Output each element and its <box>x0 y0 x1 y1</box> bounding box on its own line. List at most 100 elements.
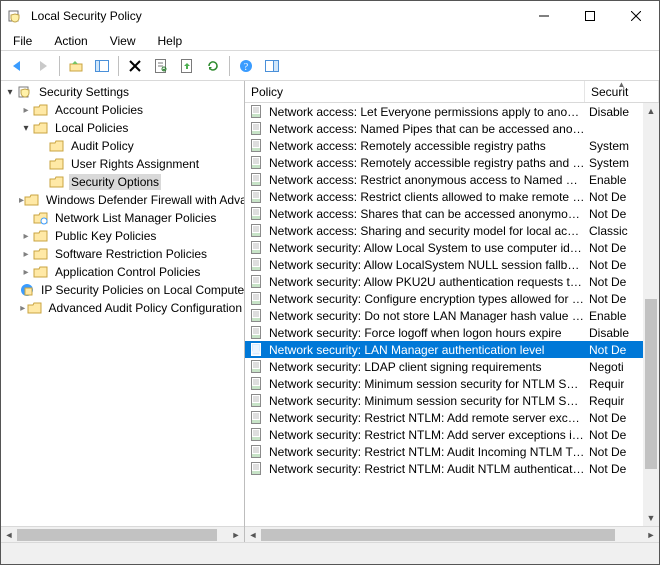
expand-icon[interactable] <box>3 87 17 98</box>
scroll-up-icon[interactable]: ▲ <box>643 103 659 119</box>
scroll-right-icon[interactable]: ► <box>643 527 659 543</box>
list-vertical-scrollbar[interactable]: ▲ ▼ <box>643 103 659 526</box>
list-rows[interactable]: Network access: Let Everyone permissions… <box>245 103 643 477</box>
minimize-button[interactable] <box>521 2 567 30</box>
policy-icon <box>249 393 265 409</box>
tree-label: Software Restriction Policies <box>53 246 209 262</box>
scroll-left-icon[interactable]: ◄ <box>1 527 17 543</box>
scroll-thumb[interactable] <box>645 299 657 469</box>
policy-row[interactable]: Network security: Force logoff when logo… <box>245 324 643 341</box>
up-button[interactable] <box>64 54 88 78</box>
policy-name: Network access: Remotely accessible regi… <box>269 139 589 153</box>
folder-icon <box>33 120 49 136</box>
policy-row[interactable]: Network security: Restrict NTLM: Add rem… <box>245 409 643 426</box>
list-header: Policy ▲Securit <box>245 81 659 103</box>
help-button[interactable]: ? <box>234 54 258 78</box>
tree-item[interactable]: Windows Defender Firewall with Adva <box>3 191 244 209</box>
policy-name: Network security: Minimum session securi… <box>269 394 589 408</box>
folder-icon <box>49 156 65 172</box>
policy-row[interactable]: Network access: Sharing and security mod… <box>245 222 643 239</box>
refresh-button[interactable] <box>201 54 225 78</box>
tree-item[interactable]: Security Options <box>3 173 244 191</box>
export-list-button[interactable] <box>175 54 199 78</box>
policy-icon <box>249 155 265 171</box>
scroll-down-icon[interactable]: ▼ <box>643 510 659 526</box>
tree-horizontal-scrollbar[interactable]: ◄ ► <box>1 526 244 542</box>
policy-row[interactable]: Network security: Restrict NTLM: Audit I… <box>245 443 643 460</box>
column-header-policy[interactable]: Policy <box>245 81 585 102</box>
policy-name: Network security: Force logoff when logo… <box>269 326 589 340</box>
svg-text:?: ? <box>244 62 249 73</box>
menu-help[interactable]: Help <box>154 33 187 49</box>
policy-icon <box>249 206 265 222</box>
policy-row[interactable]: Network access: Named Pipes that can be … <box>245 120 643 137</box>
policy-row[interactable]: Network security: Restrict NTLM: Audit N… <box>245 460 643 477</box>
policy-row[interactable]: Network security: Do not store LAN Manag… <box>245 307 643 324</box>
policy-setting: Requir <box>589 377 624 391</box>
policy-row[interactable]: Network access: Shares that can be acces… <box>245 205 643 222</box>
policy-name: Network security: Minimum session securi… <box>269 377 589 391</box>
policy-row[interactable]: Network access: Remotely accessible regi… <box>245 154 643 171</box>
tree-item[interactable]: Advanced Audit Policy Configuration <box>3 299 244 317</box>
policy-row[interactable]: Network access: Restrict clients allowed… <box>245 188 643 205</box>
scroll-left-icon[interactable]: ◄ <box>245 527 261 543</box>
details-pane-button[interactable] <box>260 54 284 78</box>
policy-setting: System <box>589 156 629 170</box>
menu-view[interactable]: View <box>106 33 140 49</box>
tree-item[interactable]: Public Key Policies <box>3 227 244 245</box>
scroll-thumb[interactable] <box>261 529 615 541</box>
tree-item[interactable]: Application Control Policies <box>3 263 244 281</box>
column-header-security[interactable]: ▲Securit <box>585 81 659 102</box>
expand-icon[interactable] <box>19 249 33 260</box>
policy-row[interactable]: Network security: Minimum session securi… <box>245 392 643 409</box>
scroll-thumb[interactable] <box>17 529 217 541</box>
policy-row[interactable]: Network access: Let Everyone permissions… <box>245 103 643 120</box>
policy-row[interactable]: Network security: Allow LocalSystem NULL… <box>245 256 643 273</box>
tree-label: Windows Defender Firewall with Adva <box>44 192 244 208</box>
list-horizontal-scrollbar[interactable]: ◄ ► <box>245 526 659 542</box>
tree-item[interactable]: Software Restriction Policies <box>3 245 244 263</box>
close-button[interactable] <box>613 2 659 30</box>
menubar: File Action View Help <box>1 31 659 51</box>
forward-button[interactable] <box>31 54 55 78</box>
expand-icon[interactable] <box>19 267 33 278</box>
tree[interactable]: Security Settings Account PoliciesLocal … <box>1 81 244 319</box>
tree-item[interactable]: Network List Manager Policies <box>3 209 244 227</box>
menu-file[interactable]: File <box>9 33 36 49</box>
back-button[interactable] <box>5 54 29 78</box>
menu-action[interactable]: Action <box>50 33 91 49</box>
policy-row[interactable]: Network security: LDAP client signing re… <box>245 358 643 375</box>
scroll-right-icon[interactable]: ► <box>228 527 244 543</box>
expand-icon[interactable] <box>19 105 33 116</box>
policy-icon <box>249 291 265 307</box>
tree-item[interactable]: Account Policies <box>3 101 244 119</box>
tree-item[interactable]: Audit Policy <box>3 137 244 155</box>
policy-row[interactable]: Network security: LAN Manager authentica… <box>245 341 643 358</box>
policy-setting: Requir <box>589 394 624 408</box>
delete-button[interactable] <box>123 54 147 78</box>
policy-row[interactable]: Network security: Allow PKU2U authentica… <box>245 273 643 290</box>
policy-row[interactable]: Network access: Restrict anonymous acces… <box>245 171 643 188</box>
policy-icon <box>249 257 265 273</box>
maximize-button[interactable] <box>567 2 613 30</box>
policy-row[interactable]: Network security: Configure encryption t… <box>245 290 643 307</box>
policy-name: Network security: Allow Local System to … <box>269 241 589 255</box>
policy-name: Network security: Restrict NTLM: Add rem… <box>269 411 589 425</box>
tree-item[interactable]: Local Policies <box>3 119 244 137</box>
collapse-icon[interactable] <box>19 123 33 134</box>
properties-button[interactable] <box>149 54 173 78</box>
expand-icon[interactable] <box>19 303 27 314</box>
tree-label: Account Policies <box>53 102 145 118</box>
policy-row[interactable]: Network security: Restrict NTLM: Add ser… <box>245 426 643 443</box>
policy-row[interactable]: Network security: Allow Local System to … <box>245 239 643 256</box>
policy-row[interactable]: Network security: Minimum session securi… <box>245 375 643 392</box>
tree-item[interactable]: IP Security Policies on Local Compute <box>3 281 244 299</box>
policy-setting: Not De <box>589 428 626 442</box>
policy-name: Network access: Let Everyone permissions… <box>269 105 589 119</box>
expand-icon[interactable] <box>19 231 33 242</box>
tree-item[interactable]: User Rights Assignment <box>3 155 244 173</box>
policy-row[interactable]: Network access: Remotely accessible regi… <box>245 137 643 154</box>
policy-icon <box>249 172 265 188</box>
show-hide-tree-button[interactable] <box>90 54 114 78</box>
tree-root[interactable]: Security Settings <box>3 83 244 101</box>
